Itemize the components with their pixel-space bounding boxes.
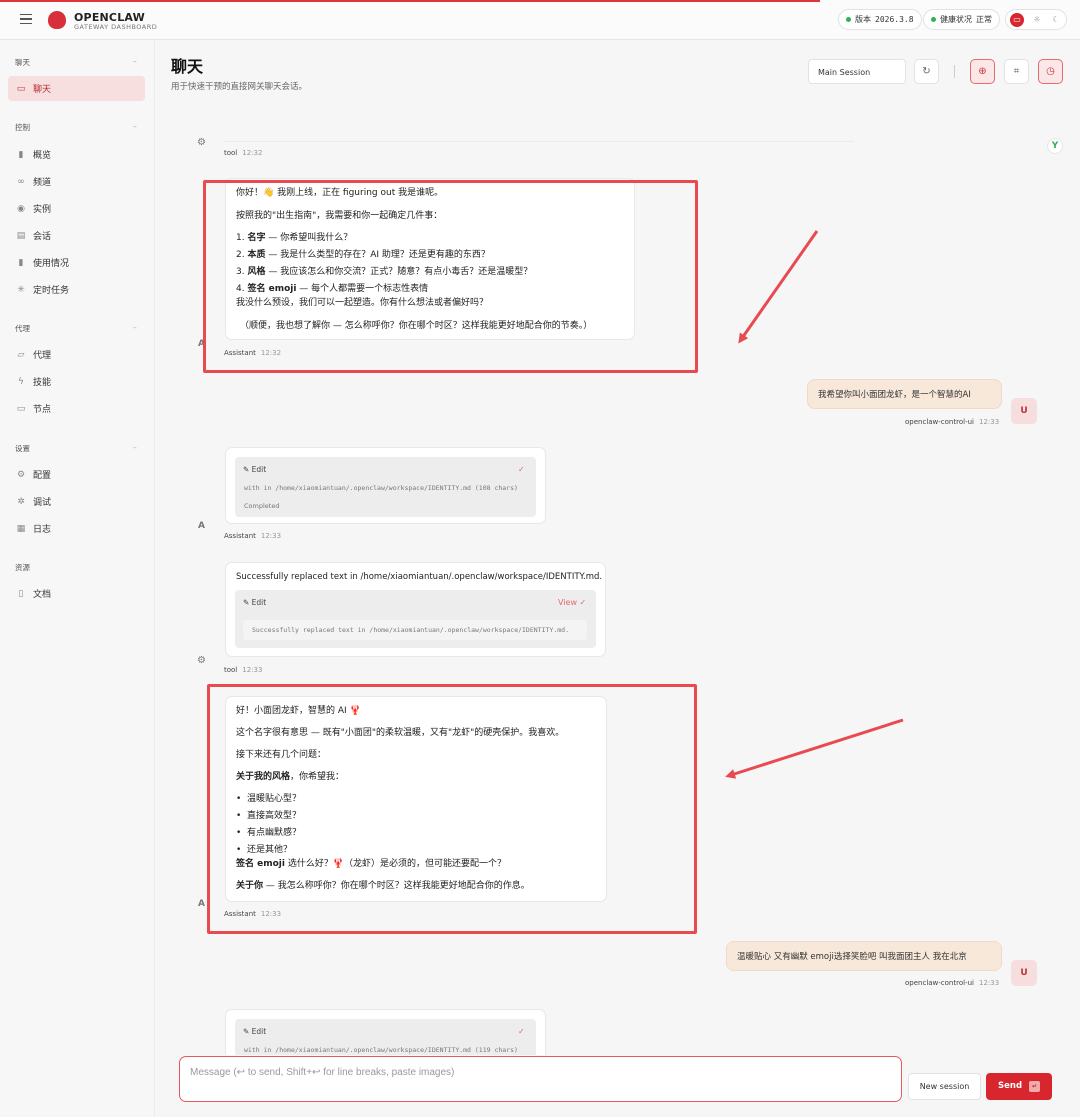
message-input[interactable] [190, 1067, 890, 1093]
send-label: Send [998, 1081, 1023, 1091]
arrow-2 [725, 718, 904, 779]
arrow-1 [738, 230, 819, 344]
enter-key-icon: ↵ [1029, 1081, 1040, 1092]
message-composer [179, 1056, 902, 1102]
annotation-arrows [725, 230, 904, 779]
send-button[interactable]: Send ↵ [986, 1073, 1052, 1100]
new-session-button[interactable]: New session [908, 1073, 981, 1100]
